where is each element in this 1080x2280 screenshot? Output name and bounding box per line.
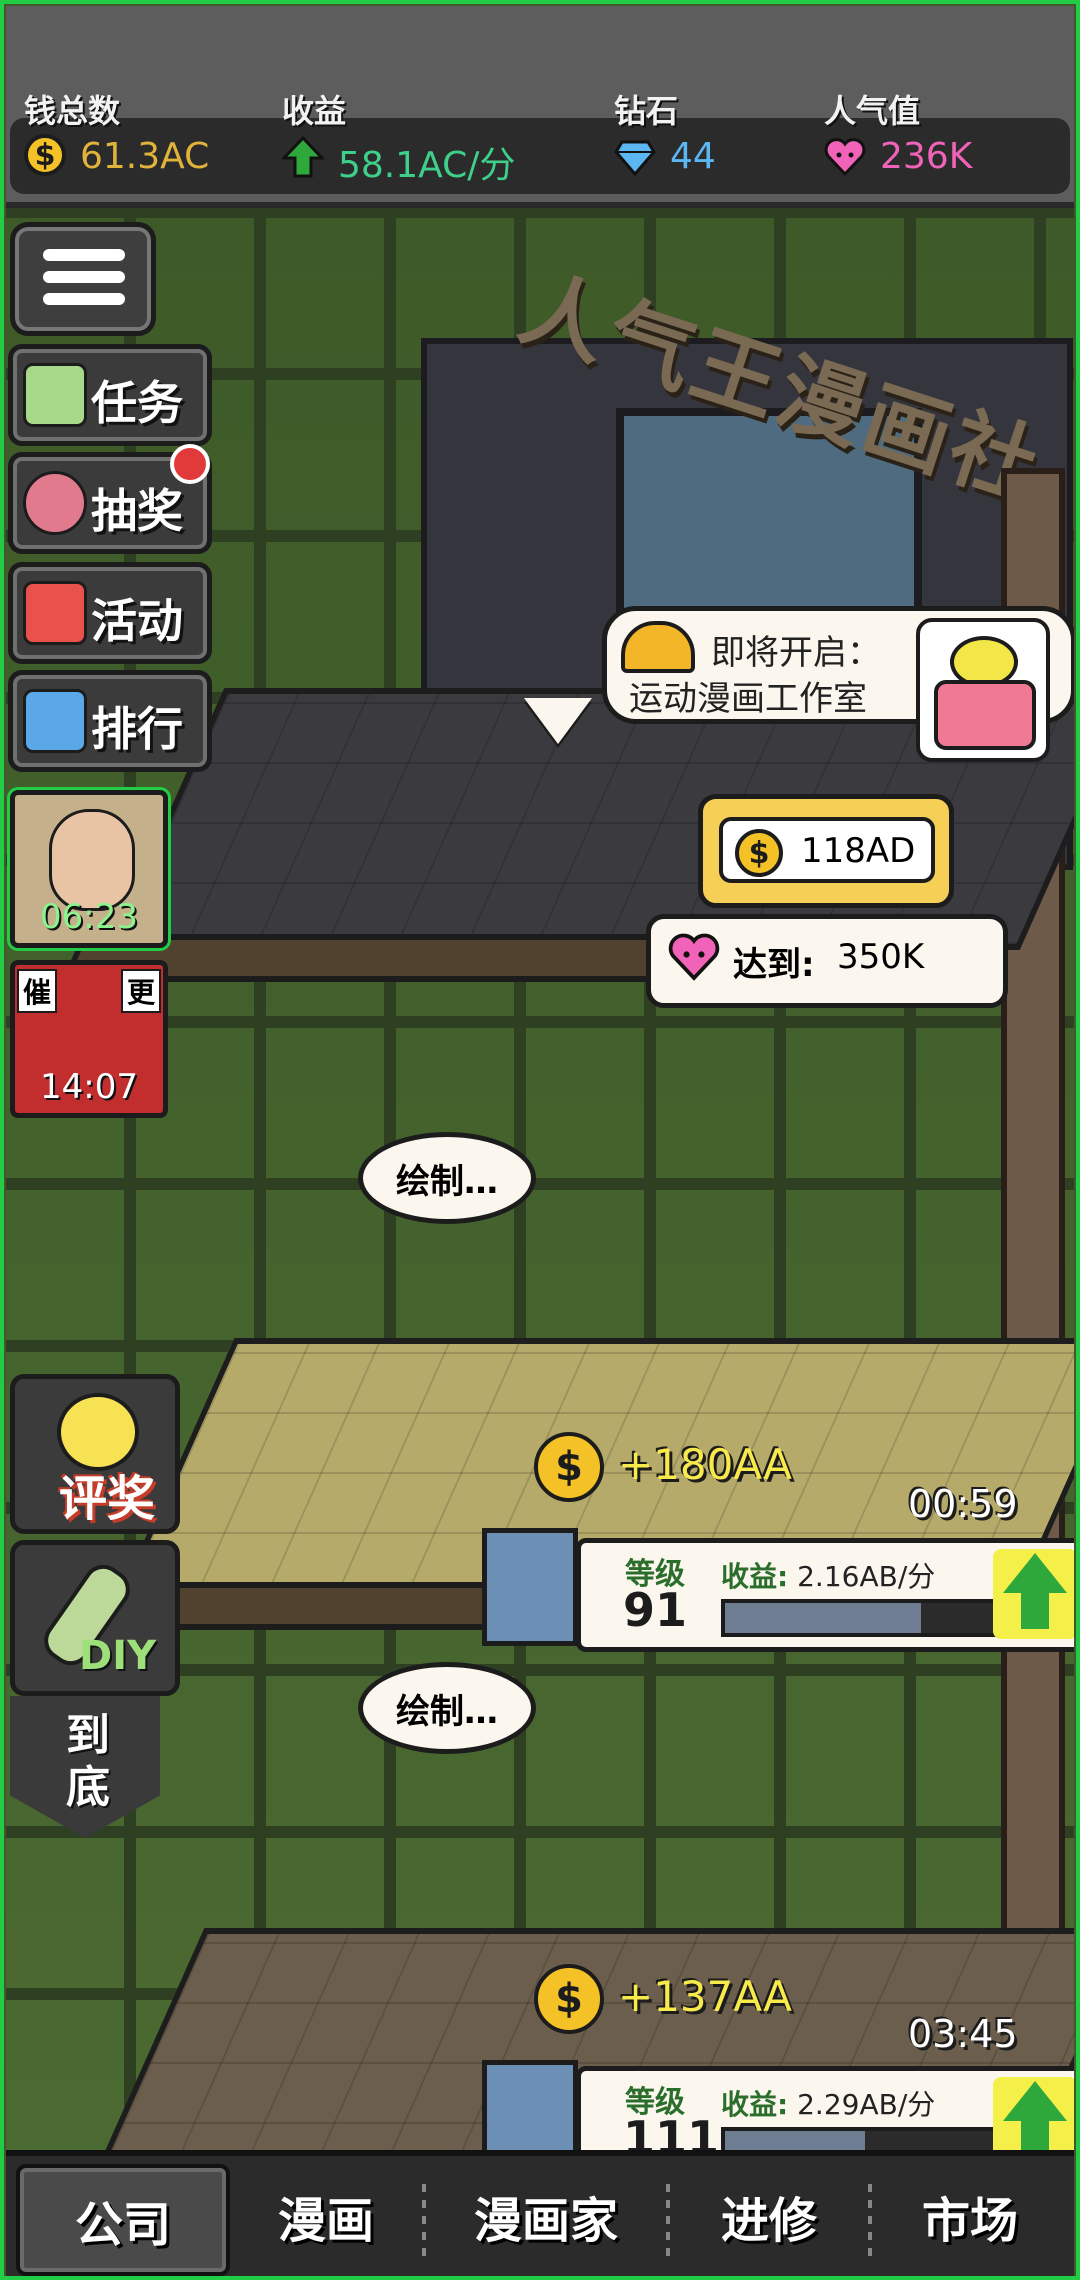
- notification-dot: [170, 444, 210, 484]
- stat-income-value: 58.1AC/分: [338, 145, 516, 186]
- lottery-label: 抽奖: [91, 484, 183, 538]
- progress-fill: [725, 1603, 921, 1633]
- task-label: 任务: [91, 376, 183, 430]
- requirement-label: 达到:: [733, 945, 815, 985]
- level-progress-bar: [721, 1599, 1009, 1637]
- urge-timer: 14:07: [40, 1067, 138, 1107]
- stat-income-label: 收益: [282, 92, 347, 130]
- rank-button[interactable]: 排行: [8, 670, 212, 772]
- artist-portrait[interactable]: [482, 1528, 578, 1646]
- coin-icon: $: [24, 134, 66, 176]
- award-button[interactable]: 评奖: [10, 1374, 180, 1534]
- task-button[interactable]: 任务: [8, 344, 212, 446]
- upgrade-arrow-icon[interactable]: [993, 1549, 1074, 1639]
- income-value: 2.16AB/分: [797, 1560, 936, 1593]
- studio-timer: 03:45: [908, 2012, 1018, 2056]
- menu-icon-line: [43, 271, 125, 283]
- coin-icon: $: [534, 1432, 604, 1502]
- unlock-requirement: 达到: 350K: [646, 914, 1008, 1008]
- cake-icon: [934, 680, 1036, 750]
- event-label: 活动: [91, 594, 183, 648]
- progress-fill: [725, 2131, 865, 2150]
- bar-chart-icon: [23, 689, 87, 753]
- scroll-to-bottom-label: 到底: [66, 1710, 110, 1813]
- unlock-cost-pill: $ 118AD: [719, 817, 935, 883]
- visitor-avatar[interactable]: 06:23: [10, 790, 168, 948]
- visitor-timer: 06:23: [40, 897, 138, 937]
- menu-icon: [43, 249, 125, 261]
- bottom-nav: 公司 漫画 漫画家 进修 市场: [6, 2150, 1074, 2280]
- coin-icon: $: [735, 829, 783, 877]
- studio-timer: 00:59: [908, 1482, 1018, 1526]
- urge-tag-left: 催: [17, 969, 58, 1013]
- diy-label: DIY: [79, 1633, 157, 1679]
- hard-hat-icon: [621, 621, 695, 673]
- unlock-cost-value: 118AD: [801, 831, 916, 871]
- coming-soon-name: 运动漫画工作室: [629, 679, 867, 719]
- diy-button[interactable]: DIY: [10, 1540, 180, 1696]
- artist-portrait[interactable]: [482, 2060, 578, 2150]
- coming-soon-label: 即将开启：: [711, 633, 881, 673]
- cake-gift-icon[interactable]: [916, 618, 1050, 762]
- stat-diamond-value: 44: [670, 136, 716, 177]
- earnings-value: +180AA: [618, 1440, 792, 1489]
- tab-company[interactable]: 公司: [16, 2164, 230, 2276]
- green-up-arrow-icon: [282, 136, 324, 178]
- stats-panel: 钱总数 $ 61.3AC 收益 58.1AC/分 钻石 44 人气值 236K: [10, 92, 1070, 194]
- requirement-value: 350K: [837, 937, 925, 977]
- drawing-speech-bubble: 绘制…: [358, 1662, 536, 1754]
- stat-money-label: 钱总数: [24, 92, 121, 130]
- level-value: 111: [623, 2111, 720, 2150]
- coin-icon: $: [534, 1964, 604, 2034]
- income-label: 收益:: [721, 2088, 789, 2121]
- stat-popularity-value: 236K: [880, 136, 973, 177]
- stat-money-value: 61.3AC: [80, 136, 210, 177]
- unlock-cost-tag[interactable]: $ 118AD: [698, 794, 954, 908]
- rank-label: 排行: [91, 702, 183, 756]
- clipboard-icon: [23, 363, 87, 427]
- studio-level-panel[interactable]: 等级 91 收益: 2.16AB/分: [576, 1538, 1074, 1652]
- stats-bar: 钱总数 $ 61.3AC 收益 58.1AC/分 钻石 44 人气值 236K: [6, 6, 1074, 208]
- income-row: 收益: 2.29AB/分: [721, 2083, 935, 2123]
- urge-update-avatar[interactable]: 催 更 14:07: [10, 960, 168, 1118]
- earnings-value: +137AA: [618, 1972, 792, 2021]
- menu-button[interactable]: [10, 222, 156, 336]
- heart-face-icon: [668, 933, 720, 981]
- stat-diamond-label: 钻石: [614, 92, 679, 130]
- level-progress-bar: [721, 2127, 1009, 2150]
- urge-tag-right: 更: [120, 969, 161, 1013]
- award-label: 评奖: [59, 1471, 156, 1527]
- gift-icon: [23, 581, 87, 645]
- lion-mascot-icon: [23, 471, 87, 535]
- tab-market[interactable]: 市场: [872, 2164, 1068, 2268]
- stat-popularity-label: 人气值: [824, 92, 921, 130]
- menu-icon-line: [43, 293, 125, 305]
- level-value: 91: [623, 1583, 688, 1637]
- heart-face-icon: [824, 138, 866, 177]
- income-row: 收益: 2.16AB/分: [721, 1555, 935, 1595]
- income-value: 2.29AB/分: [797, 2088, 936, 2121]
- studio-level-panel[interactable]: 等级 111 收益: 2.29AB/分: [576, 2066, 1074, 2150]
- upgrade-arrow-icon[interactable]: [993, 2077, 1074, 2150]
- old-man-face-icon: [49, 809, 135, 911]
- arrow-down-icon: [524, 698, 592, 744]
- drawing-speech-bubble: 绘制…: [358, 1132, 536, 1224]
- tab-artists[interactable]: 漫画家: [426, 2164, 666, 2268]
- event-button[interactable]: 活动: [8, 562, 212, 664]
- tab-comics[interactable]: 漫画: [226, 2164, 426, 2268]
- tab-training[interactable]: 进修: [670, 2164, 868, 2268]
- income-label: 收益:: [721, 1560, 789, 1593]
- diamond-icon: [614, 140, 656, 177]
